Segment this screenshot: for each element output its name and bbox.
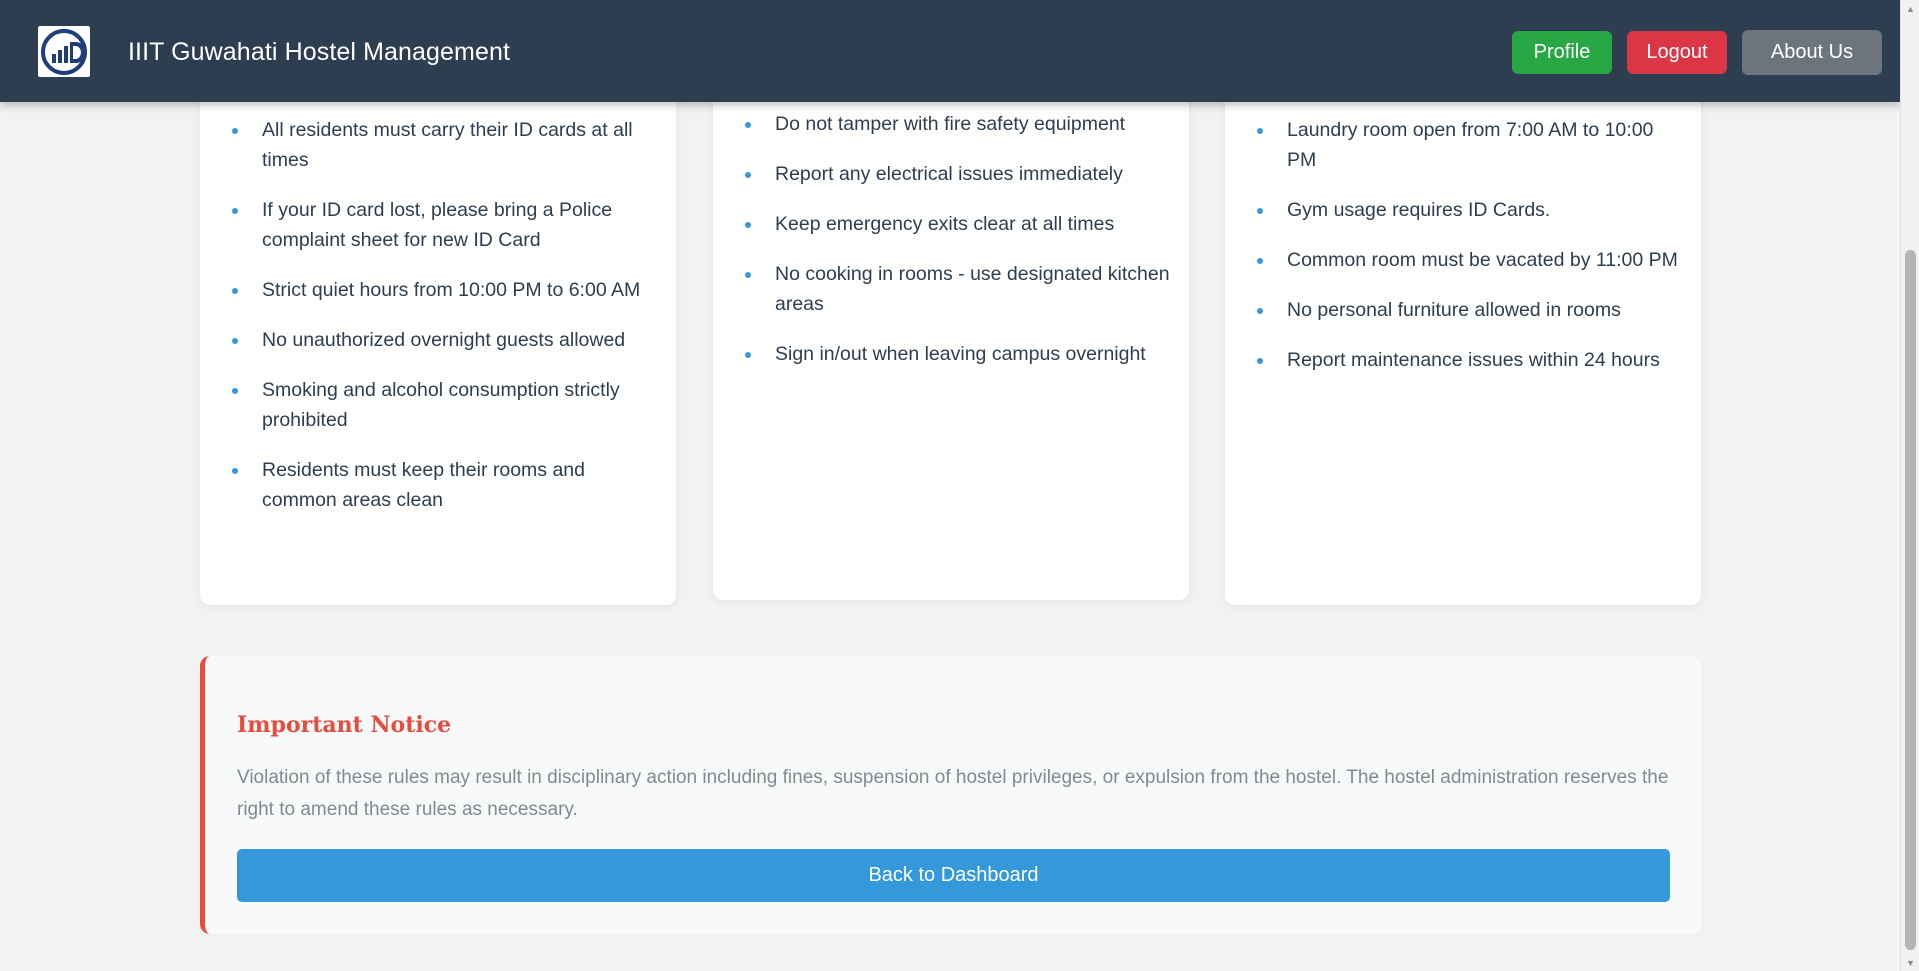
rule-item: Gym usage requires ID Cards.: [1257, 195, 1687, 225]
rule-item: No unauthorized overnight guests allowed: [232, 325, 662, 355]
brand-title[interactable]: IIIT Guwahati Hostel Management: [128, 38, 510, 67]
rules-card-general: All residents must carry their ID cards …: [200, 60, 676, 605]
logo-graphic: [41, 28, 87, 75]
rules-card-safety: Do not tamper with fire safety equipment…: [713, 60, 1189, 600]
rule-item: Residents must keep their rooms and comm…: [232, 455, 662, 515]
rule-item: No personal furniture allowed in rooms: [1257, 295, 1687, 325]
rules-list: All residents must carry their ID cards …: [232, 115, 662, 535]
rules-list: Do not tamper with fire safety equipment…: [745, 109, 1175, 389]
vertical-scrollbar[interactable]: ▲ ▼: [1900, 0, 1919, 971]
back-to-dashboard-button[interactable]: Back to Dashboard: [237, 849, 1670, 902]
profile-button[interactable]: Profile: [1512, 31, 1612, 74]
rule-item: Smoking and alcohol consumption strictly…: [232, 375, 662, 435]
navbar: IIIT Guwahati Hostel Management Profile …: [0, 0, 1900, 102]
notice-title: Important Notice: [237, 712, 452, 738]
notice-text: Violation of these rules may result in d…: [237, 767, 1669, 820]
rule-item: Report any electrical issues immediately: [745, 159, 1175, 189]
page: IIIT Guwahati Hostel Management Profile …: [0, 0, 1900, 971]
rule-item: Laundry room open from 7:00 AM to 10:00 …: [1257, 115, 1687, 175]
rule-item: If your ID card lost, please bring a Pol…: [232, 195, 662, 255]
rules-card-facilities: Laundry room open from 7:00 AM to 10:00 …: [1225, 60, 1701, 605]
rule-item: Sign in/out when leaving campus overnigh…: [745, 339, 1175, 369]
scroll-up-arrow-icon[interactable]: ▲: [1901, 0, 1919, 17]
about-us-button[interactable]: About Us: [1742, 30, 1882, 75]
rule-item: No cooking in rooms - use designated kit…: [745, 259, 1175, 319]
logout-button[interactable]: Logout: [1627, 31, 1727, 74]
iiitg-logo-icon[interactable]: [38, 26, 90, 77]
rule-item: Report maintenance issues within 24 hour…: [1257, 345, 1687, 375]
rule-item: All residents must carry their ID cards …: [232, 115, 662, 175]
rule-item: Keep emergency exits clear at all times: [745, 209, 1175, 239]
scroll-down-arrow-icon[interactable]: ▼: [1901, 954, 1919, 971]
rules-list: Laundry room open from 7:00 AM to 10:00 …: [1257, 115, 1687, 395]
rule-item: Do not tamper with fire safety equipment: [745, 109, 1175, 139]
scrollbar-thumb[interactable]: [1905, 250, 1916, 950]
rule-item: Strict quiet hours from 10:00 PM to 6:00…: [232, 275, 662, 305]
rule-item: Common room must be vacated by 11:00 PM: [1257, 245, 1687, 275]
important-notice: Important Notice Violation of these rule…: [200, 656, 1701, 934]
